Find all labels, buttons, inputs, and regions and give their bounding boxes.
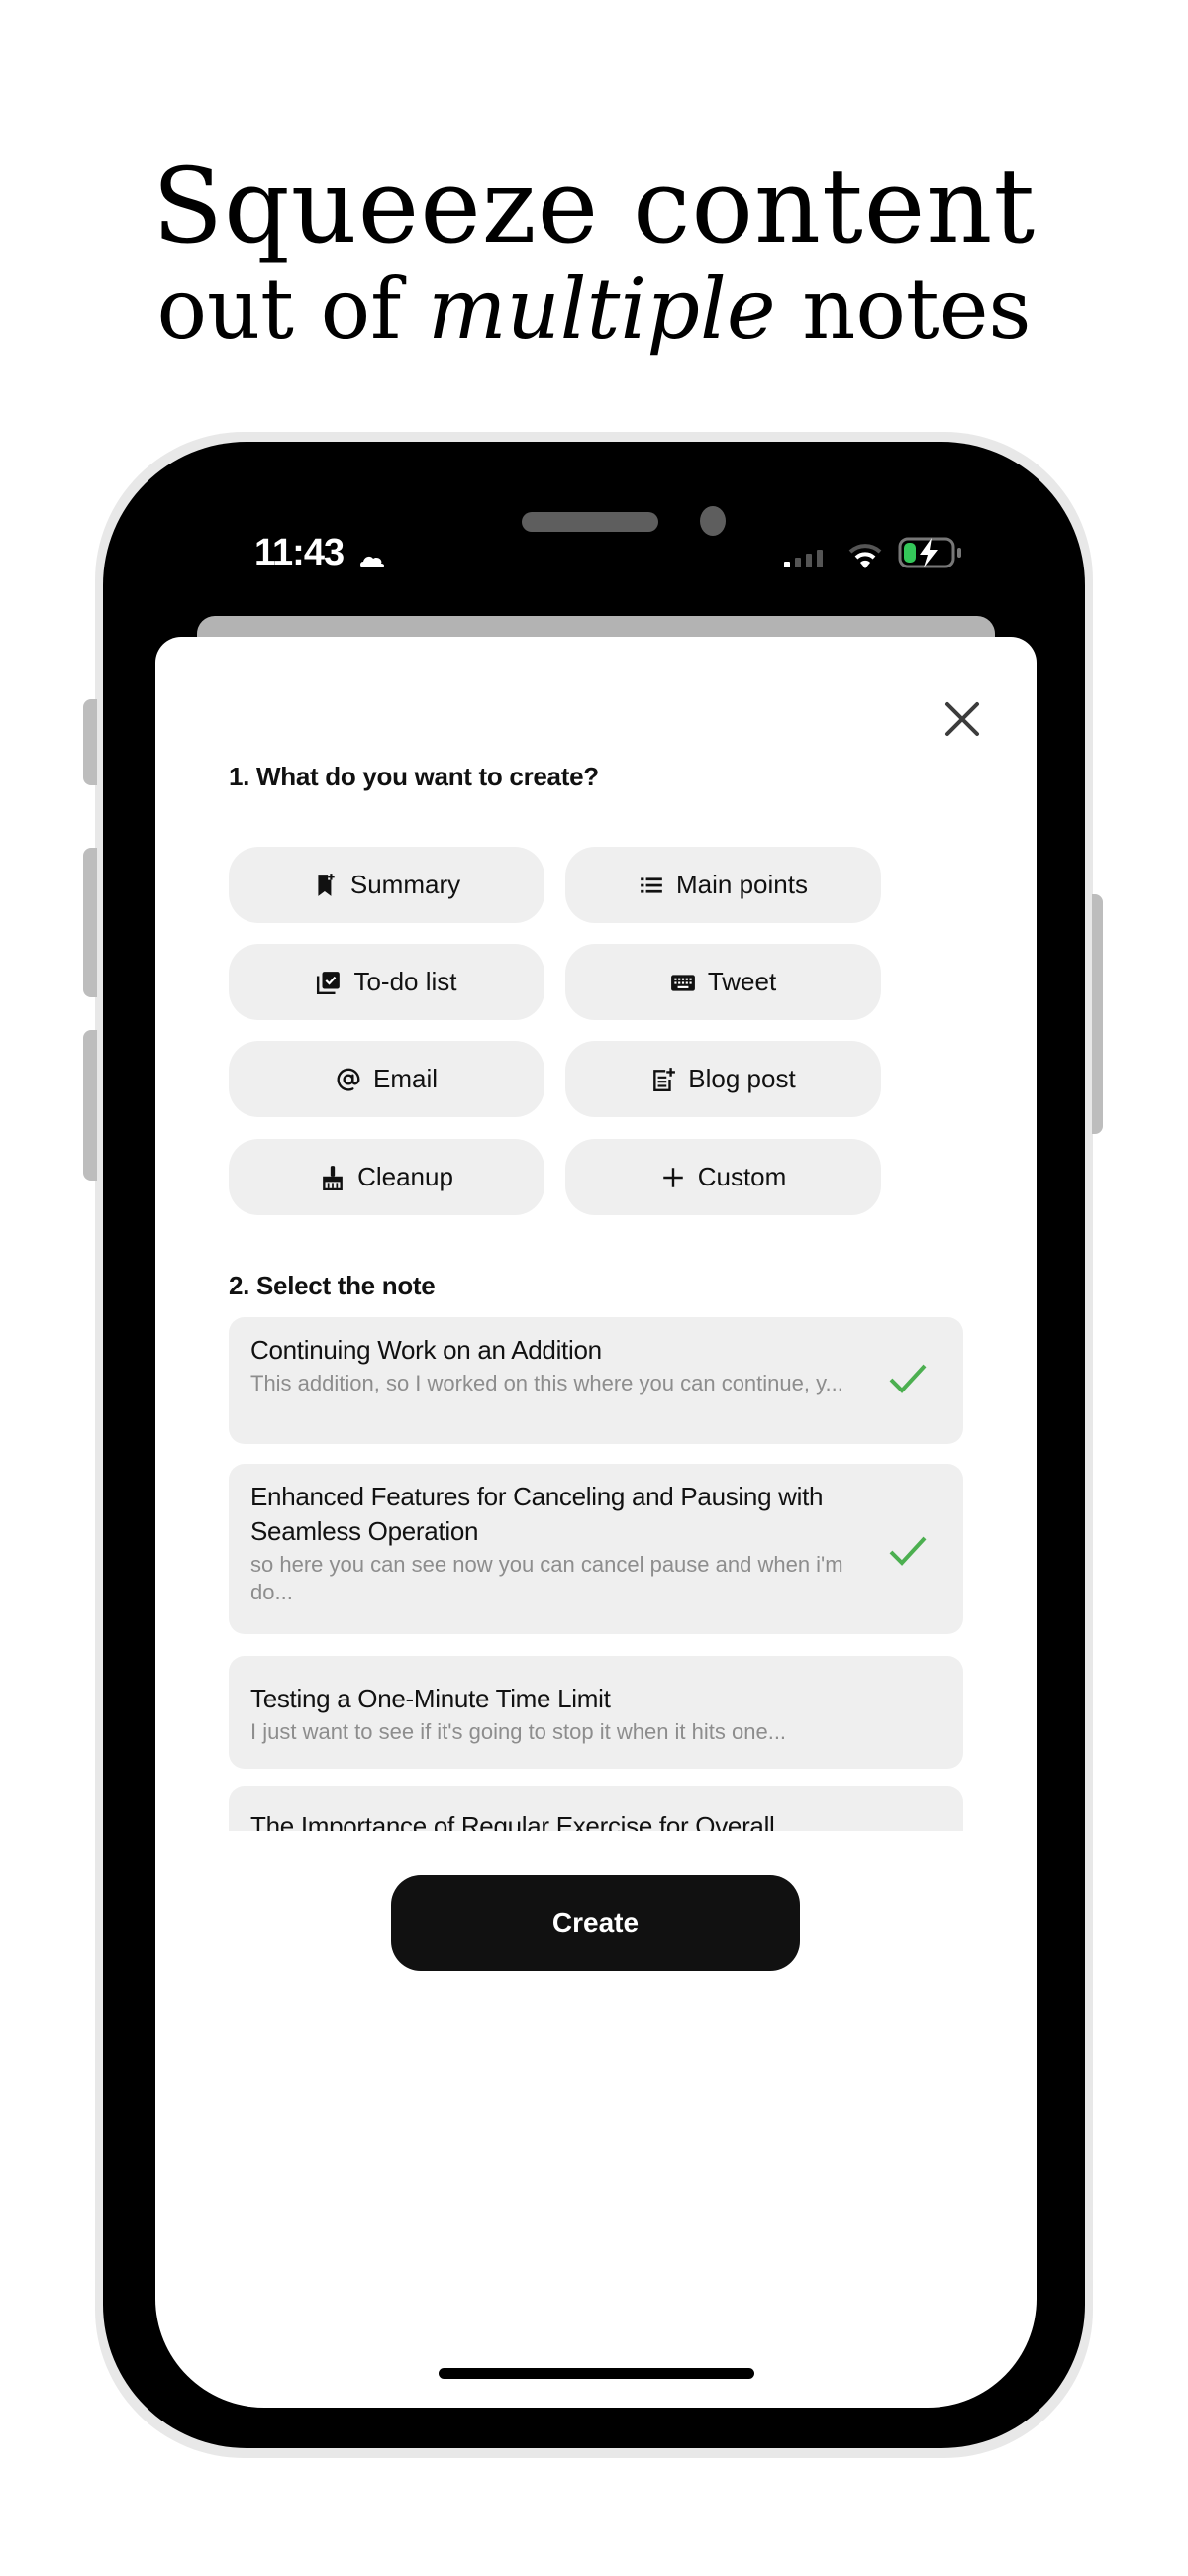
note-title: The Importance of Regular Exercise for O… (250, 1811, 775, 1831)
option-email[interactable]: Email (229, 1041, 544, 1117)
create-modal: 1. What do you want to create? Summary M… (155, 637, 1037, 2408)
power-button (1092, 894, 1103, 1134)
post-add-icon (653, 1067, 676, 1091)
note-preview: so here you can see now you can cancel p… (250, 1552, 843, 1604)
headline-emphasis: multiple (427, 260, 776, 358)
option-todo-list[interactable]: To-do list (229, 944, 544, 1020)
option-summary-label: Summary (349, 870, 461, 899)
mute-switch (83, 699, 97, 785)
at-sign-icon (337, 1068, 360, 1091)
option-cleanup-label: Cleanup (357, 1162, 453, 1191)
phone-screen: 11:43 1. What do you want to create? Sum… (155, 492, 1037, 2408)
checkmark-icon (889, 1536, 927, 1566)
option-tweet-label: Tweet (707, 967, 777, 996)
note-item[interactable]: The Importance of Regular Exercise for O… (229, 1786, 963, 1831)
front-camera (700, 506, 726, 536)
headline-line-1: Squeeze content (151, 146, 1037, 266)
speaker-grille (522, 512, 658, 532)
note-preview: I just want to see if it's going to stop… (250, 1719, 787, 1744)
section-2-title: 2. Select the note (229, 1271, 436, 1300)
volume-down-button (83, 1030, 97, 1181)
volume-up-button (83, 848, 97, 997)
option-blog-post[interactable]: Blog post (565, 1041, 881, 1117)
option-blog-post-label: Blog post (688, 1064, 796, 1093)
headline-line-2: out of multiple notes (0, 259, 1188, 359)
note-title: Continuing Work on an Addition (250, 1335, 602, 1365)
broom-icon (323, 1165, 343, 1190)
plus-icon (662, 1167, 683, 1187)
note-item[interactable]: Enhanced Features for Canceling and Paus… (229, 1464, 963, 1634)
option-custom-label: Custom (697, 1162, 787, 1191)
note-list-clip: The Importance of Regular Exercise for O… (229, 1786, 963, 1831)
option-main-points-label: Main points (676, 870, 808, 899)
signal-icon (784, 550, 823, 567)
cloud-icon (360, 556, 384, 567)
status-time: 11:43 (254, 532, 345, 573)
option-email-label: Email (372, 1064, 438, 1093)
create-button[interactable]: Create (391, 1875, 800, 1971)
checkmark-icon (889, 1364, 927, 1393)
headline-line-2-prefix: out of (156, 260, 428, 358)
option-cleanup[interactable]: Cleanup (229, 1139, 544, 1215)
option-main-points[interactable]: Main points (565, 847, 881, 923)
option-custom[interactable]: Custom (565, 1139, 881, 1215)
note-title: Enhanced Features for Canceling and Paus… (250, 1482, 824, 1546)
keyboard-icon (670, 974, 695, 991)
note-item[interactable]: Continuing Work on an Addition This addi… (229, 1317, 963, 1444)
battery-charging-icon (898, 537, 961, 568)
wifi-icon (848, 544, 882, 568)
option-todo-list-label: To-do list (353, 967, 457, 996)
list-icon (641, 876, 662, 893)
note-item[interactable]: Testing a One-Minute Time Limit I just w… (229, 1656, 963, 1769)
note-preview: This addition, so I worked on this where… (250, 1371, 843, 1395)
option-summary[interactable]: Summary (229, 847, 544, 923)
option-tweet[interactable]: Tweet (565, 944, 881, 1020)
section-1-title: 1. What do you want to create? (229, 762, 599, 791)
checklist-icon (317, 971, 341, 994)
home-indicator (439, 2368, 754, 2379)
close-icon[interactable] (940, 696, 985, 742)
bookmark-add-icon (318, 873, 335, 896)
note-title: Testing a One-Minute Time Limit (250, 1684, 611, 1713)
headline-line-2-suffix: notes (775, 260, 1032, 358)
